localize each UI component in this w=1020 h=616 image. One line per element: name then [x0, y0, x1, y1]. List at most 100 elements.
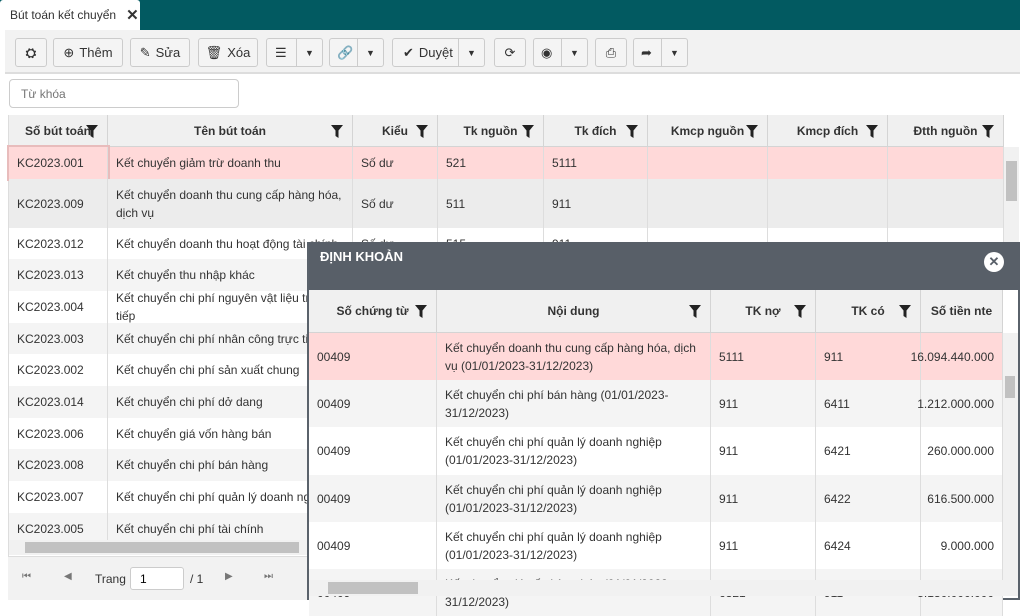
pencil-icon: ✎: [139, 44, 151, 60]
table-cell: 00409: [309, 333, 437, 380]
delete-label: Xóa: [227, 45, 251, 60]
first-page-icon[interactable]: ⏮: [22, 571, 31, 582]
last-page-icon[interactable]: ⏭: [264, 571, 273, 582]
column-header[interactable]: Kmcp đích: [768, 115, 888, 147]
column-header[interactable]: Tk nguồn: [438, 115, 544, 147]
filter-icon[interactable]: [416, 124, 428, 138]
filter-icon[interactable]: [689, 305, 701, 318]
table-cell: [648, 147, 768, 179]
table-cell: KC2023.002: [9, 354, 108, 386]
table-cell: [648, 179, 768, 228]
share-icon: ➦: [641, 44, 652, 60]
link-dropdown-button[interactable]: 🔗 ▼: [329, 38, 384, 67]
menu-dropdown-button[interactable]: ☰ ▼: [266, 38, 323, 67]
table-row[interactable]: 00409 Kết chuyển chi phí bán hàng (01/01/…: [309, 380, 1003, 427]
table-cell: 6422: [816, 475, 921, 522]
table-cell: 6421: [816, 427, 921, 475]
view-dropdown-button[interactable]: ◉ ▼: [533, 38, 588, 67]
scrollbar-thumb[interactable]: [328, 582, 418, 594]
vertical-scrollbar[interactable]: [1003, 333, 1018, 580]
edit-button[interactable]: ✎ Sửa: [130, 38, 190, 67]
table-cell: KC2023.009: [9, 179, 108, 228]
table-cell: Kết chuyển doanh thu cung cấp hàng hóa, …: [437, 333, 711, 380]
chevron-down-icon[interactable]: ▼: [661, 39, 687, 66]
prev-page-icon[interactable]: ◀: [64, 571, 72, 582]
table-row[interactable]: KC2023.001 Kết chuyển giảm trừ doanh thu S…: [7, 145, 1004, 181]
table-cell: KC2023.004: [9, 291, 108, 323]
print-button[interactable]: ⎙: [595, 38, 627, 67]
filter-icon[interactable]: [794, 305, 806, 318]
column-header[interactable]: Nội dung: [437, 290, 711, 333]
column-header[interactable]: TK nợ: [711, 290, 816, 333]
column-header[interactable]: Tên bút toán: [108, 115, 353, 147]
table-cell: 521: [438, 147, 544, 179]
filter-icon[interactable]: [331, 124, 343, 138]
pager: ⏮ ◀ Trang / 1 ▶ ⏭: [8, 556, 308, 600]
table-cell: KC2023.006: [9, 418, 108, 449]
table-cell: Kết chuyển chi phí quản lý doanh nghiệp …: [437, 522, 711, 569]
filter-icon[interactable]: [982, 124, 994, 138]
tab-label: Bút toán kết chuyển: [10, 8, 117, 22]
share-dropdown-button[interactable]: ➦ ▼: [633, 38, 688, 67]
tab-but-toan-ket-chuyen[interactable]: Bút toán kết chuyển ✕: [0, 0, 140, 30]
top-bar: [0, 0, 1020, 30]
table-cell: 911: [816, 333, 921, 380]
column-header[interactable]: Số bút toán: [9, 115, 108, 147]
column-header-label: Tk nguồn: [463, 123, 518, 138]
add-button[interactable]: ⊕ Thêm: [53, 38, 123, 67]
filter-icon[interactable]: [866, 124, 878, 138]
filter-icon[interactable]: [899, 305, 911, 318]
table-row[interactable]: 00409 Kết chuyển doanh thu cung cấp hàng …: [309, 333, 1003, 380]
delete-button[interactable]: 🗑 Xóa: [198, 38, 258, 67]
table-row[interactable]: 00409 Kết chuyển chi phí quản lý doanh ng…: [309, 475, 1003, 522]
scrollbar-thumb[interactable]: [25, 542, 299, 553]
table-row[interactable]: 00409 Kết chuyển chi phí quản lý doanh ng…: [309, 427, 1003, 475]
chevron-down-icon[interactable]: ▼: [561, 39, 587, 66]
filter-icon[interactable]: [746, 124, 758, 138]
scrollbar-thumb[interactable]: [1005, 376, 1015, 398]
dinh-khoan-grid: Số chứng từ Nội dung TK nợ TK có Số tiền nte…: [309, 290, 1020, 616]
page-input[interactable]: [130, 567, 184, 590]
chevron-down-icon[interactable]: ▼: [357, 39, 383, 66]
column-header[interactable]: Số chứng từ: [309, 290, 437, 333]
plus-circle-icon: ⊕: [63, 44, 75, 60]
chevron-down-icon[interactable]: ▼: [296, 39, 322, 66]
table-cell: [888, 179, 1004, 228]
column-header[interactable]: Kiểu: [353, 115, 438, 147]
list-icon: ☰: [275, 44, 287, 60]
column-header[interactable]: TK có: [816, 290, 921, 333]
refresh-button[interactable]: ⟳: [494, 38, 526, 67]
dialog-title: ĐỊNH KHOẢN: [309, 242, 1020, 290]
next-page-icon[interactable]: ▶: [225, 571, 233, 582]
close-icon[interactable]: ✕: [126, 6, 139, 24]
column-header-label: Kmcp nguồn: [670, 123, 745, 138]
table-cell: 511: [438, 179, 544, 228]
table-cell: 5111: [711, 333, 816, 380]
keyword-search-input[interactable]: [9, 79, 239, 108]
column-header-label: Số tiền nte: [930, 304, 993, 318]
filter-icon[interactable]: [626, 124, 638, 138]
column-header[interactable]: Số tiền nte: [921, 290, 1003, 333]
column-header[interactable]: Kmcp nguồn: [648, 115, 768, 147]
table-cell: 260.000.000: [921, 427, 1003, 475]
table-cell: 911: [711, 380, 816, 427]
table-row[interactable]: KC2023.009 Kết chuyển doanh thu cung cấp …: [9, 179, 1004, 228]
table-cell: 6424: [816, 522, 921, 569]
column-header-label: Kmcp đích: [796, 123, 859, 138]
filter-icon[interactable]: [522, 124, 534, 138]
toolbar: ⛭ ⊕ Thêm ✎ Sửa 🗑 Xóa ☰ ▼ 🔗 ▼ ✔ Duyệt ▼ ⟳ ◉ ▼ ⎙ ➦…: [5, 30, 1020, 74]
filter-icon[interactable]: [86, 124, 98, 138]
scrollbar-thumb[interactable]: [1006, 161, 1017, 201]
chevron-down-icon[interactable]: ▼: [458, 39, 484, 66]
edit-label: Sửa: [155, 45, 181, 60]
table-cell: Số dư: [353, 147, 438, 179]
close-icon[interactable]: ✕: [984, 252, 1004, 272]
search-button[interactable]: ⛭: [15, 38, 47, 67]
table-cell: Kết chuyển giảm trừ doanh thu: [108, 147, 353, 179]
table-row[interactable]: 00409 Kết chuyển chi phí quản lý doanh ng…: [309, 522, 1003, 569]
column-header[interactable]: Tk đích: [544, 115, 648, 147]
filter-icon[interactable]: [415, 305, 427, 318]
column-header[interactable]: Đtth nguồn: [888, 115, 1004, 147]
column-header-label: Kiểu: [381, 123, 408, 138]
approve-button[interactable]: ✔ Duyệt ▼: [392, 38, 485, 67]
